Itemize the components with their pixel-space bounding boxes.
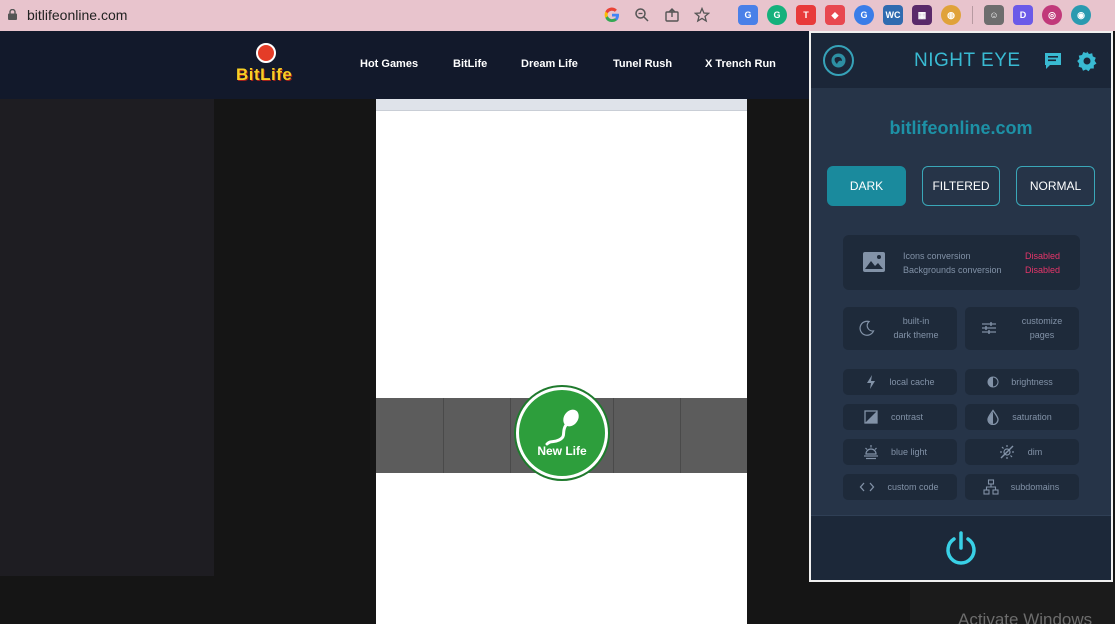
mode-normal-button[interactable]: NORMAL bbox=[1016, 166, 1095, 206]
chat-icon[interactable] bbox=[1043, 51, 1063, 71]
chrome-ext-icon[interactable]: ◍ bbox=[941, 5, 961, 25]
bitlife-logo[interactable]: BitLife bbox=[236, 43, 298, 87]
backgrounds-conversion-value[interactable]: Disabled bbox=[1025, 265, 1060, 275]
tile-line: built-in bbox=[902, 316, 930, 326]
browser-address-bar: bitlifeonline.com G G T ◆ G WC ▦ ◍ ☺ D ◎ ◉ bbox=[0, 0, 1115, 31]
sliders-icon bbox=[982, 322, 996, 334]
contrast-icon bbox=[864, 410, 878, 424]
star-icon[interactable] bbox=[692, 5, 712, 25]
nav-hot-games[interactable]: Hot Games bbox=[360, 58, 418, 70]
night-eye-title: NIGHT EYE bbox=[914, 50, 1021, 71]
brightness-tile[interactable]: brightness bbox=[965, 369, 1079, 395]
icons-conversion-label: Icons conversion bbox=[903, 251, 971, 261]
right-pane-dark bbox=[810, 582, 910, 624]
grid-ext-icon[interactable]: ▦ bbox=[912, 5, 932, 25]
tile-line: pages bbox=[1029, 330, 1055, 340]
night-eye-logo-icon bbox=[823, 45, 854, 76]
band-divider bbox=[443, 398, 444, 473]
mode-filtered-button[interactable]: FILTERED bbox=[922, 166, 1000, 206]
backgrounds-conversion-label: Backgrounds conversion bbox=[903, 265, 1002, 275]
brightness-icon bbox=[987, 376, 999, 388]
tile-line: customize bbox=[1021, 316, 1063, 326]
left-sidebar bbox=[0, 99, 214, 576]
sitemap-icon bbox=[983, 479, 999, 495]
tile-line: dark theme bbox=[893, 330, 939, 340]
moon-icon bbox=[859, 320, 875, 336]
wc-icon[interactable]: WC bbox=[883, 5, 903, 25]
nav-tunel-rush[interactable]: Tunel Rush bbox=[613, 58, 672, 70]
blue-light-tile[interactable]: blue light bbox=[843, 439, 957, 465]
dim-tile[interactable]: dim bbox=[965, 439, 1079, 465]
icons-conversion-value[interactable]: Disabled bbox=[1025, 251, 1060, 261]
grammarly-icon[interactable]: G bbox=[767, 5, 787, 25]
chat-ext-icon[interactable]: G bbox=[854, 5, 874, 25]
bolt-icon bbox=[867, 375, 875, 389]
lock-icon[interactable] bbox=[8, 9, 17, 20]
local-cache-tile[interactable]: local cache bbox=[843, 369, 957, 395]
band-divider bbox=[510, 398, 511, 473]
game-frame[interactable]: New Life bbox=[376, 99, 747, 624]
blue-light-icon bbox=[864, 445, 878, 460]
saturation-tile[interactable]: saturation bbox=[965, 404, 1079, 430]
circle-ext-icon[interactable]: ◎ bbox=[1042, 5, 1062, 25]
band-divider bbox=[680, 398, 681, 473]
subdomains-tile[interactable]: subdomains bbox=[965, 474, 1079, 500]
tube-icon[interactable]: T bbox=[796, 5, 816, 25]
custom-code-tile[interactable]: custom code bbox=[843, 474, 957, 500]
night-eye-domain: bitlifeonline.com bbox=[889, 118, 1033, 138]
image-icon bbox=[863, 252, 885, 272]
saturation-icon bbox=[987, 409, 999, 425]
built-in-dark-theme-tile[interactable]: built-in dark theme bbox=[843, 307, 957, 350]
d-ext-icon[interactable]: D bbox=[1013, 5, 1033, 25]
night-eye-header: NIGHT EYE bbox=[811, 33, 1111, 88]
url-text[interactable]: bitlifeonline.com bbox=[27, 7, 127, 23]
dim-icon bbox=[1000, 445, 1014, 459]
night-eye-footer bbox=[811, 515, 1111, 580]
band-divider bbox=[613, 398, 614, 473]
translate-icon[interactable]: G bbox=[738, 5, 758, 25]
conversion-card[interactable]: Icons conversion Disabled Backgrounds co… bbox=[843, 235, 1080, 290]
dice-icon[interactable]: ◆ bbox=[825, 5, 845, 25]
left-sidebar-footer bbox=[0, 576, 214, 624]
nav-bitlife[interactable]: BitLife bbox=[453, 58, 487, 70]
power-icon[interactable] bbox=[944, 531, 978, 567]
game-top-strip bbox=[376, 99, 747, 111]
share-icon[interactable] bbox=[662, 5, 682, 25]
activate-windows-watermark: Activate Windows bbox=[958, 610, 1093, 624]
google-icon[interactable] bbox=[602, 5, 622, 25]
new-life-button[interactable]: New Life bbox=[516, 387, 608, 479]
zoom-icon[interactable] bbox=[632, 5, 652, 25]
night-eye-ext-icon[interactable]: ◉ bbox=[1071, 5, 1091, 25]
extension-separator bbox=[972, 6, 973, 24]
robot-icon[interactable]: ☺ bbox=[984, 5, 1004, 25]
code-icon bbox=[859, 482, 875, 492]
logo-ball-icon bbox=[256, 43, 276, 63]
contrast-tile[interactable]: contrast bbox=[843, 404, 957, 430]
site-header: BitLife Hot Games BitLife Dream Life Tun… bbox=[0, 31, 810, 99]
nav-x-trench-run[interactable]: X Trench Run bbox=[705, 58, 776, 70]
nav-dream-life[interactable]: Dream Life bbox=[521, 58, 578, 70]
night-eye-popup: NIGHT EYE bitlifeonline.com DARK FILTERE… bbox=[809, 31, 1113, 582]
gear-icon[interactable] bbox=[1076, 50, 1098, 72]
customize-pages-tile[interactable]: customize pages bbox=[965, 307, 1079, 350]
sperm-icon bbox=[545, 409, 579, 446]
mode-dark-button[interactable]: DARK bbox=[827, 166, 906, 206]
